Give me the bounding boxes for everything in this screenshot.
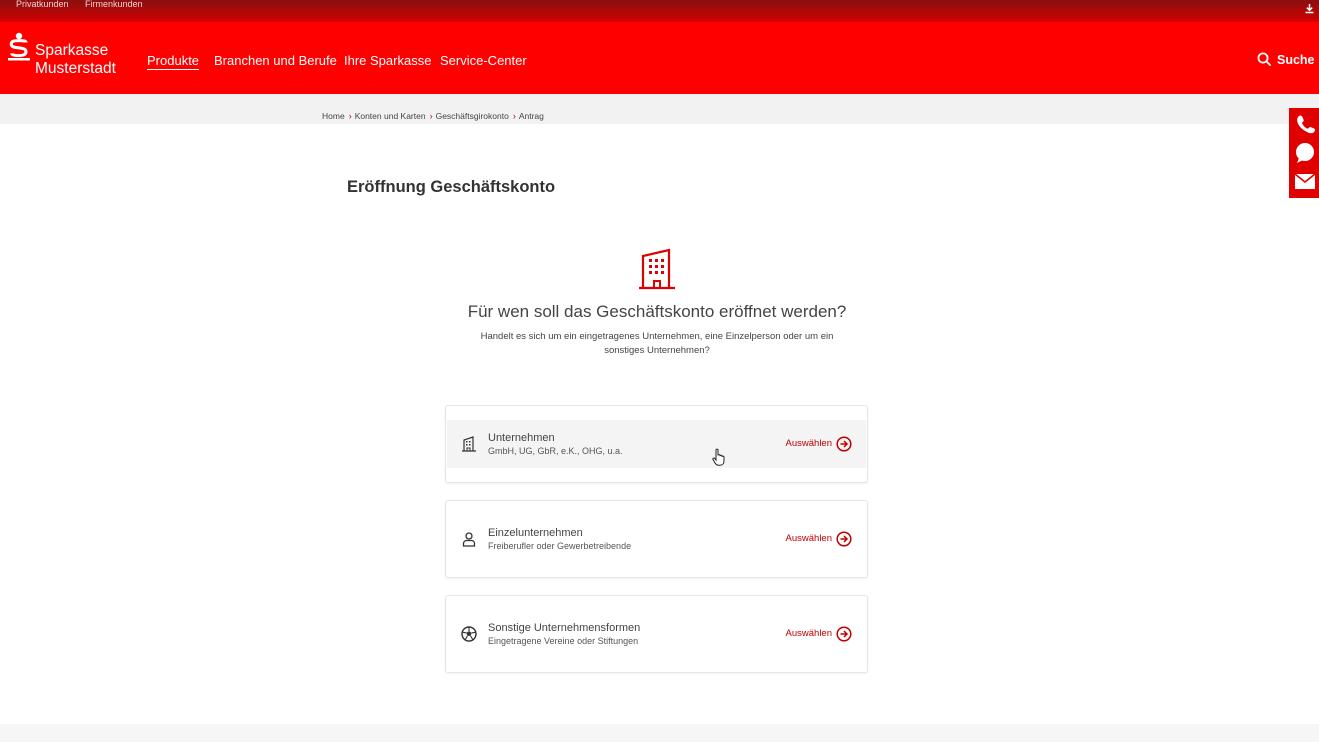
sparkasse-logo[interactable]: Sparkasse Musterstadt <box>8 32 133 82</box>
segment-firmenkunden[interactable]: Firmenkunden <box>85 0 143 12</box>
hand-cursor-icon <box>712 448 725 466</box>
breadcrumb-bar: Home › Konten und Karten › Geschäftsgirokont… <box>0 94 1319 124</box>
option-card-unternehmen[interactable]: Unternehmen GmbH, UG, GbR, e.K., OHG, u.… <box>445 405 868 483</box>
search-button[interactable]: Suche <box>1257 52 1315 70</box>
sparkasse-s-icon <box>8 32 30 61</box>
select-label: Auswählen <box>785 438 832 449</box>
option-subtitle: GmbH, UG, GbR, e.K., OHG, u.a. <box>488 446 623 456</box>
phone-icon[interactable] <box>1294 113 1316 135</box>
option-subtitle: Freiberufler oder Gewerbetreibende <box>488 541 632 551</box>
option-card-einzelunternehmen[interactable]: Einzelunternehmen Freiberufler oder Gewe… <box>445 500 868 578</box>
contact-rail <box>1289 108 1319 198</box>
question-title: Für wen soll das Geschäftskonto eröffnet… <box>467 302 847 321</box>
chat-icon[interactable] <box>1294 142 1316 164</box>
arrow-right-circle-icon <box>836 531 852 547</box>
main-header: Sparkasse Musterstadt Produkte Branchen … <box>0 22 1319 94</box>
select-label: Auswählen <box>785 533 832 544</box>
brand-line-2: Musterstadt <box>35 60 116 77</box>
option-card-sonstige[interactable]: Sonstige Unternehmensformen Eingetragene… <box>445 595 868 673</box>
select-label: Auswählen <box>785 628 832 639</box>
select-button[interactable]: Auswählen <box>782 530 852 548</box>
option-title: Einzelunternehmen <box>488 527 583 539</box>
brand-line-1: Sparkasse <box>35 42 109 59</box>
select-button[interactable]: Auswählen <box>782 625 852 643</box>
nav-branchen-und-berufe[interactable]: Branchen und Berufe <box>214 53 337 68</box>
breadcrumb-konten-und-karten[interactable]: Konten und Karten <box>355 111 426 121</box>
question-subtitle: Handelt es sich um ein eingetragenes Unt… <box>480 331 834 356</box>
mail-icon[interactable] <box>1294 170 1316 192</box>
person-icon <box>462 532 476 547</box>
arrow-right-circle-icon <box>836 626 852 642</box>
breadcrumb-geschaeftsgirokonto[interactable]: Geschäftsgirokonto <box>436 111 509 121</box>
nav-ihre-sparkasse[interactable]: Ihre Sparkasse <box>344 53 431 68</box>
breadcrumb-home[interactable]: Home <box>322 111 345 121</box>
select-button[interactable]: Auswählen <box>782 435 852 453</box>
search-icon <box>1257 52 1272 67</box>
building-icon <box>639 248 675 290</box>
nav-produkte[interactable]: Produkte <box>147 53 200 70</box>
option-title: Sonstige Unternehmensformen <box>488 622 641 634</box>
chevron-right-icon: › <box>512 111 516 121</box>
chevron-right-icon: › <box>429 111 433 121</box>
option-row[interactable]: Unternehmen GmbH, UG, GbR, e.K., OHG, u.… <box>447 420 866 468</box>
option-row[interactable]: Sonstige Unternehmensformen Eingetragene… <box>447 610 866 658</box>
option-subtitle: Eingetragene Vereine oder Stiftungen <box>488 636 639 646</box>
ball-icon <box>461 626 477 642</box>
page-title: Eröffnung Geschäftskonto <box>347 178 556 196</box>
brand-name: Sparkasse Musterstadt <box>35 42 116 78</box>
chevron-right-icon: › <box>348 111 352 121</box>
option-title: Unternehmen <box>488 432 555 444</box>
footer-strip <box>0 724 1319 742</box>
download-icon[interactable] <box>1304 3 1316 15</box>
breadcrumb: Home › Konten und Karten › Geschäftsgirokont… <box>322 111 544 121</box>
search-label: Suche <box>1277 53 1315 67</box>
segment-privatkunden[interactable]: Privatkunden <box>16 0 69 12</box>
arrow-right-circle-icon <box>836 436 852 452</box>
option-row[interactable]: Einzelunternehmen Freiberufler oder Gewe… <box>447 515 866 563</box>
breadcrumb-antrag: Antrag <box>518 111 544 121</box>
top-strip: Privatkunden Firmenkunden <box>0 0 1319 22</box>
building-icon <box>462 436 476 452</box>
nav-service-center[interactable]: Service-Center <box>440 53 527 68</box>
